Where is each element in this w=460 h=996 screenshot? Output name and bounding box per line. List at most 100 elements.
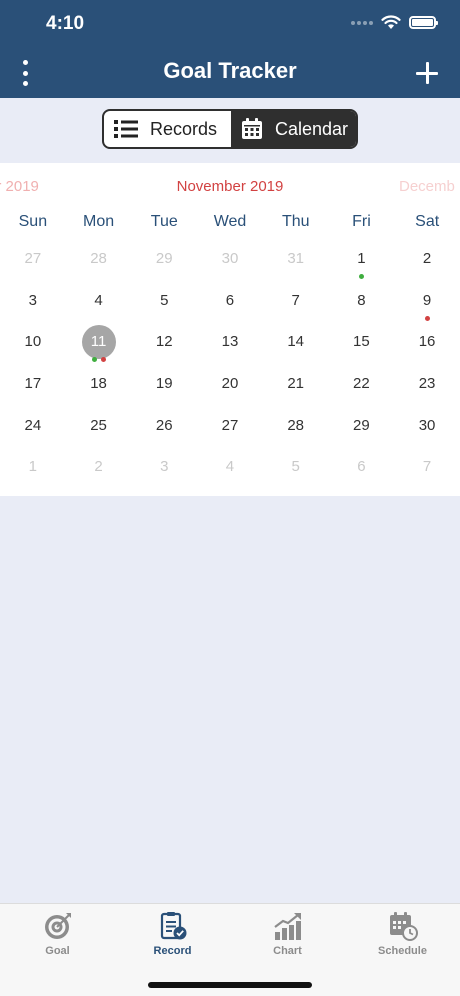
- weekday-label: Mon: [83, 213, 115, 230]
- clipboard-check-icon: [160, 912, 186, 940]
- day-number: 9: [422, 291, 432, 309]
- add-goal-button[interactable]: [416, 62, 438, 84]
- day-cell[interactable]: 2: [394, 239, 460, 281]
- tab-label: Goal: [45, 945, 70, 957]
- day-cell[interactable]: 18: [66, 364, 132, 406]
- day-cell-selected[interactable]: 11: [66, 322, 132, 364]
- red-record-dot: [100, 357, 106, 363]
- day-cell[interactable]: 26: [131, 406, 197, 448]
- day-number: 21: [287, 375, 304, 393]
- day-cell[interactable]: 16: [394, 322, 460, 364]
- day-number: 18: [90, 375, 107, 393]
- day-cell[interactable]: 7: [394, 447, 460, 489]
- red-record-dot: [424, 315, 430, 321]
- day-cell[interactable]: 30: [197, 239, 263, 281]
- day-number: 2: [94, 458, 103, 476]
- day-cell[interactable]: 24: [0, 406, 66, 448]
- day-number: 1: [28, 458, 38, 476]
- day-number: 1: [357, 250, 366, 267]
- green-record-dot: [91, 357, 97, 363]
- day-number: 20: [221, 375, 239, 393]
- day-cell[interactable]: 6: [197, 281, 263, 323]
- day-cell[interactable]: 14: [263, 322, 329, 364]
- day-number: 29: [353, 416, 370, 434]
- day-cell[interactable]: 7: [263, 281, 329, 323]
- day-cell[interactable]: 3: [0, 281, 66, 323]
- day-cell[interactable]: 29: [329, 406, 395, 448]
- calendar-clock-icon: [389, 912, 418, 941]
- day-cell[interactable]: 17: [0, 364, 66, 406]
- day-cell[interactable]: 5: [131, 281, 197, 323]
- calendar-label: Calendar: [275, 118, 349, 139]
- day-number: 7: [291, 291, 300, 309]
- tab-schedule[interactable]: Schedule: [345, 904, 460, 966]
- day-cell[interactable]: 12: [131, 322, 197, 364]
- day-cell[interactable]: 8: [329, 281, 395, 323]
- day-cell[interactable]: 21: [263, 364, 329, 406]
- weekday-label: Fri: [352, 213, 371, 230]
- day-number: 22: [353, 375, 370, 393]
- status-icons: [351, 15, 438, 30]
- day-number: 30: [221, 250, 239, 267]
- day-number: 4: [225, 458, 235, 476]
- day-number: 27: [24, 250, 42, 267]
- tab-goal[interactable]: Goal: [0, 904, 115, 966]
- month-header: er 2019 November 2019 Decemb: [0, 163, 460, 209]
- day-cell[interactable]: 10: [0, 322, 66, 364]
- green-record-dot: [358, 274, 364, 279]
- day-number: 6: [357, 458, 366, 476]
- day-cell[interactable]: 28: [66, 239, 132, 281]
- day-cell[interactable]: 4: [66, 281, 132, 323]
- day-cell[interactable]: 30: [394, 406, 460, 448]
- day-cell[interactable]: 22: [329, 364, 395, 406]
- day-cell[interactable]: 25: [66, 406, 132, 448]
- calendar-segment-button[interactable]: Calendar: [231, 111, 356, 147]
- weekday-label: Sat: [415, 213, 440, 230]
- day-cell[interactable]: 5: [263, 447, 329, 489]
- day-cell[interactable]: 4: [197, 447, 263, 489]
- day-number: 3: [160, 458, 169, 476]
- calendar-icon: [241, 118, 263, 140]
- day-number: 27: [221, 416, 239, 434]
- day-number: 16: [418, 333, 436, 351]
- day-cell[interactable]: 1: [0, 447, 66, 489]
- day-cell[interactable]: 29: [131, 239, 197, 281]
- day-number: 26: [155, 416, 173, 434]
- day-cell[interactable]: 27: [197, 406, 263, 448]
- day-cell[interactable]: 20: [197, 364, 263, 406]
- records-label: Records: [150, 118, 218, 139]
- day-number: 19: [155, 375, 173, 393]
- day-cell[interactable]: 2: [66, 447, 132, 489]
- day-cell[interactable]: 23: [394, 364, 460, 406]
- day-cell[interactable]: 15: [329, 322, 395, 364]
- day-cell[interactable]: 1: [329, 239, 395, 281]
- day-number: 24: [24, 416, 42, 434]
- tab-chart[interactable]: Chart: [230, 904, 345, 966]
- day-cell[interactable]: 27: [0, 239, 66, 281]
- day-cell[interactable]: 6: [329, 447, 395, 489]
- day-number: 17: [24, 375, 42, 393]
- record-markers: [66, 357, 132, 363]
- day-cell[interactable]: 19: [131, 364, 197, 406]
- record-markers: [329, 274, 395, 279]
- day-number: 13: [221, 333, 239, 351]
- signal-icon: [351, 20, 373, 25]
- list-icon: [114, 119, 138, 139]
- day-number: 10: [24, 333, 42, 351]
- day-grid: 27 28 29 30 31 1 2 3 4 5 6 7 8 9 10 11 1…: [0, 239, 460, 489]
- current-month-label: November 2019: [176, 178, 284, 195]
- weekday-label: Sun: [18, 213, 48, 230]
- next-month-label[interactable]: Decemb: [399, 178, 455, 195]
- home-indicator: [148, 982, 312, 988]
- record-markers: [394, 315, 460, 321]
- day-cell[interactable]: 31: [263, 239, 329, 281]
- day-cell[interactable]: 3: [131, 447, 197, 489]
- day-cell[interactable]: 9: [394, 281, 460, 323]
- day-number: 4: [94, 291, 103, 309]
- records-segment-button[interactable]: Records: [104, 111, 231, 147]
- battery-icon: [409, 16, 438, 29]
- day-cell[interactable]: 28: [263, 406, 329, 448]
- day-cell[interactable]: 13: [197, 322, 263, 364]
- tab-record[interactable]: Record: [115, 904, 230, 966]
- tab-label: Record: [153, 945, 192, 957]
